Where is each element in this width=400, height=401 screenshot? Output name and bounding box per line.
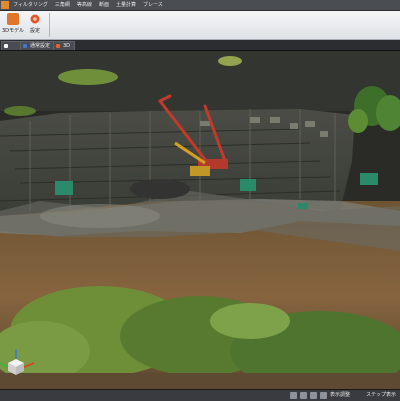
view-tab-home[interactable] <box>1 41 21 50</box>
tab-brace[interactable]: ブレース <box>143 0 163 10</box>
app-logo[interactable] <box>1 1 9 9</box>
display-adjust-label[interactable]: 表示調整 <box>330 390 350 401</box>
view-tab-3d-label: 3D <box>63 43 71 49</box>
settings-view-icon <box>23 44 27 48</box>
status-icon-2[interactable] <box>300 392 307 399</box>
step-display-label[interactable]: ステップ表示 <box>366 390 396 401</box>
3d-view-icon <box>56 44 60 48</box>
foreground-ground <box>0 373 400 389</box>
3d-viewport[interactable] <box>0 51 400 389</box>
settings-label: 設定 <box>29 28 40 34</box>
ribbon-separator <box>49 13 50 37</box>
dark-debris-pile <box>130 179 190 199</box>
ribbon-tab-strip: フィルタリング 三角網 等高線 断面 土量計算 ブレース <box>13 0 163 10</box>
tab-filtering[interactable]: フィルタリング <box>13 0 48 10</box>
view-tab-3d[interactable]: 3D <box>53 41 75 50</box>
status-icon-3[interactable] <box>310 392 317 399</box>
status-bar: 表示調整 ステップ表示 <box>0 389 400 401</box>
settings-button[interactable]: 設定 <box>24 12 46 38</box>
3d-model-button[interactable]: 3Dモデル <box>2 12 24 38</box>
status-icon-1[interactable] <box>290 392 297 399</box>
3d-model-label: 3Dモデル <box>2 28 25 34</box>
gear-icon <box>30 14 40 24</box>
status-icon-4[interactable] <box>320 392 327 399</box>
background-haze <box>0 51 400 111</box>
tab-section[interactable]: 断面 <box>99 0 109 10</box>
model-icon <box>7 13 19 25</box>
gravel-patch <box>40 204 160 228</box>
home-icon <box>4 44 8 48</box>
view-tab-settings-label: 通常設定 <box>30 43 51 49</box>
view-tab-bar: 通常設定 3D <box>0 40 400 51</box>
menu-bar: フィルタリング 三角網 等高線 断面 土量計算 ブレース <box>0 0 400 11</box>
point-cloud-scene <box>0 51 400 389</box>
tab-contour[interactable]: 等高線 <box>77 0 92 10</box>
tab-triangulation[interactable]: 三角網 <box>55 0 70 10</box>
ribbon-toolbar: 3Dモデル 設定 <box>0 11 400 40</box>
tab-volume[interactable]: 土量計算 <box>116 0 136 10</box>
view-tab-settings[interactable]: 通常設定 <box>20 41 54 50</box>
